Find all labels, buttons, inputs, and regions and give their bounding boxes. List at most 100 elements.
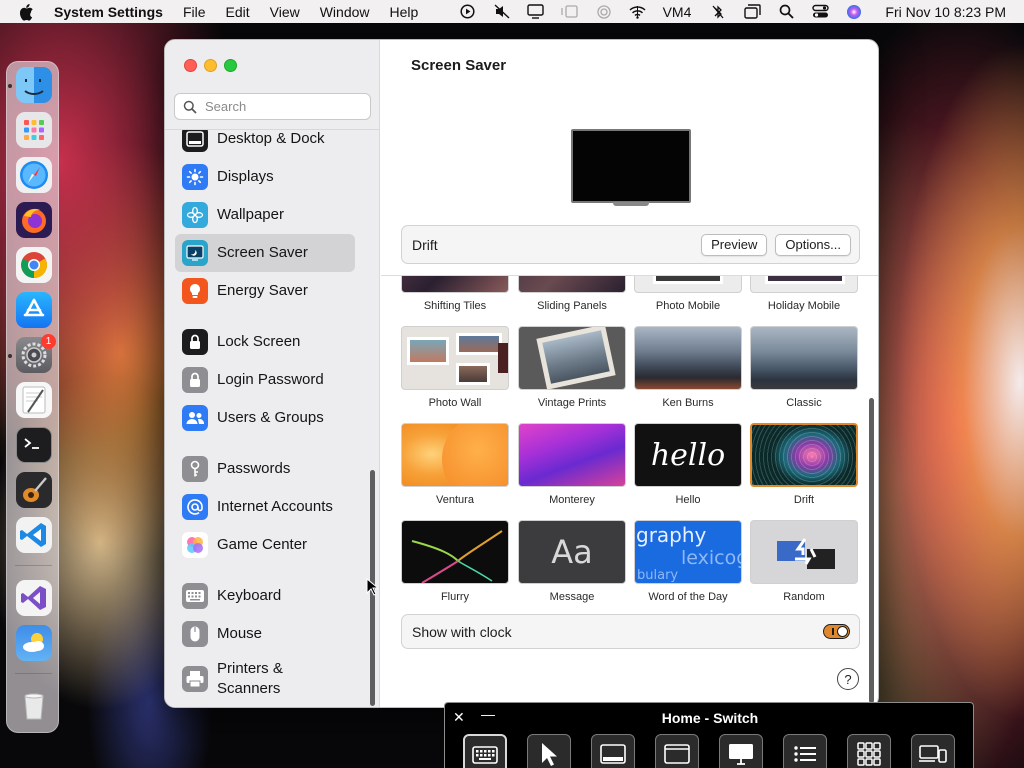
trash-icon[interactable] (16, 687, 52, 723)
spotlight-search-icon[interactable] (777, 4, 795, 20)
sidebar-item-mouse[interactable]: Mouse (175, 615, 355, 653)
window-close-button[interactable] (184, 59, 197, 72)
sidebar-item-users-groups[interactable]: Users & Groups (175, 399, 355, 437)
garageband-icon[interactable] (16, 472, 52, 508)
window-icon[interactable] (743, 4, 761, 20)
sidebar-item-label: Passwords (217, 460, 291, 477)
weather-icon[interactable] (16, 625, 52, 661)
sidebar-item-label: Screen Saver (217, 244, 308, 261)
control-center-icon[interactable] (811, 4, 829, 20)
sidebar-item-lock-screen[interactable]: Lock Screen (175, 323, 355, 361)
keyboard-button[interactable] (463, 734, 507, 768)
help-button[interactable]: ? (837, 668, 859, 690)
sidebar-item-game-center[interactable]: Game Center (175, 526, 355, 564)
search-icon (183, 100, 197, 114)
app-store-icon[interactable] (16, 292, 52, 328)
mute-icon[interactable] (493, 4, 511, 20)
finder-icon[interactable] (16, 67, 52, 103)
internet-accounts-icon (182, 494, 208, 520)
preview-button[interactable]: Preview (701, 233, 768, 256)
edit-menu[interactable]: Edit (226, 4, 250, 20)
window-button[interactable] (655, 734, 699, 768)
options-button[interactable]: Options... (775, 233, 851, 256)
saver-tile-vintage-prints[interactable]: Vintage Prints (518, 326, 626, 409)
word-thumb-line3: bulary (637, 568, 679, 583)
terminal-icon[interactable] (16, 427, 52, 463)
sidebar-item-screen-saver[interactable]: Screen Saver (175, 234, 355, 272)
grid-button[interactable] (847, 734, 891, 768)
play-icon[interactable] (459, 4, 477, 20)
help-menu[interactable]: Help (390, 4, 419, 20)
vm-label[interactable]: VM4 (663, 4, 692, 20)
printers-scanners-icon (182, 666, 208, 692)
display-button[interactable] (719, 734, 763, 768)
game-center-icon (182, 532, 208, 558)
devices-icon (919, 745, 947, 763)
saver-tile-drift[interactable]: Drift (750, 423, 858, 506)
screen-mirroring-icon[interactable] (527, 4, 545, 20)
apple-menu-icon[interactable] (18, 3, 36, 21)
app-name-menu[interactable]: System Settings (54, 4, 163, 20)
vscode-icon[interactable] (16, 517, 52, 553)
stage-manager-icon[interactable] (561, 4, 579, 20)
saver-tile-classic[interactable]: Classic (750, 326, 858, 409)
saver-tile-hello[interactable]: hello Hello (634, 423, 742, 506)
sidebar-list: Desktop & Dock Displays Wallpaper Screen… (165, 129, 380, 707)
saver-tile-ken-burns[interactable]: Ken Burns (634, 326, 742, 409)
sidebar-search[interactable] (174, 93, 371, 120)
saver-tile-shifting-tiles[interactable]: Shifting Tiles (401, 276, 509, 312)
search-input[interactable] (205, 99, 365, 114)
launchpad-icon[interactable] (16, 112, 52, 148)
saver-tile-holiday-mobile[interactable]: Holiday Mobile (750, 276, 858, 312)
saver-tile-photo-wall[interactable]: Photo Wall (401, 326, 509, 409)
sidebar-item-displays[interactable]: Displays (175, 158, 355, 196)
firefox-icon[interactable] (16, 202, 52, 238)
saver-tile-random[interactable]: Random (750, 520, 858, 603)
sidebar-item-energy-saver[interactable]: Energy Saver (175, 272, 355, 310)
list-button[interactable] (783, 734, 827, 768)
sidebar-item-desktop-dock[interactable]: Desktop & Dock (175, 130, 355, 158)
saver-caption: Shifting Tiles (423, 300, 487, 312)
word-thumb-line1: graphy (636, 523, 707, 547)
window-zoom-button[interactable] (224, 59, 237, 72)
file-menu[interactable]: File (183, 4, 206, 20)
textedit-icon[interactable] (16, 382, 52, 418)
system-settings-icon[interactable]: 1 (16, 334, 56, 373)
sidebar-item-passwords[interactable]: Passwords (175, 450, 355, 488)
wifi-icon[interactable] (629, 4, 647, 20)
show-with-clock-row: Show with clock (401, 614, 860, 649)
chrome-icon[interactable] (16, 247, 52, 283)
saver-thumbnail (750, 326, 858, 390)
airdrop-icon[interactable] (595, 4, 613, 20)
menubar-clock[interactable]: Fri Nov 10 8:23 PM (885, 4, 1006, 20)
pointer-button[interactable] (527, 734, 571, 768)
saver-tile-message[interactable]: Aa Message (518, 520, 626, 603)
sidebar-item-keyboard[interactable]: Keyboard (175, 577, 355, 615)
bluetooth-off-icon[interactable] (709, 4, 727, 20)
main-scrollbar[interactable] (869, 398, 874, 703)
safari-icon[interactable] (16, 157, 52, 193)
sidebar-item-internet-accounts[interactable]: Internet Accounts (175, 488, 355, 526)
sidebar-item-label: Lock Screen (217, 333, 301, 350)
view-menu[interactable]: View (270, 4, 300, 20)
saver-caption: Drift (793, 494, 815, 506)
devices-button[interactable] (911, 734, 955, 768)
show-with-clock-toggle[interactable] (823, 624, 850, 639)
saver-tile-flurry[interactable]: Flurry (401, 520, 509, 603)
mouse-icon (182, 621, 208, 647)
window-bottom-button[interactable] (591, 734, 635, 768)
saver-tile-sliding-panels[interactable]: Sliding Panels (518, 276, 626, 312)
sidebar-item-wallpaper[interactable]: Wallpaper (175, 196, 355, 234)
saver-tile-photo-mobile[interactable]: Photo Mobile (634, 276, 742, 312)
siri-icon[interactable] (845, 4, 863, 20)
saver-tile-word-of-the-day[interactable]: graphy lexicog bulary Word of the Day (634, 520, 742, 603)
word-thumb-line2: lexicog (681, 547, 742, 569)
visual-studio-icon[interactable] (16, 580, 52, 616)
window-menu[interactable]: Window (320, 4, 370, 20)
sidebar-item-label: Displays (217, 168, 274, 185)
saver-tile-monterey[interactable]: Monterey (518, 423, 626, 506)
saver-tile-ventura[interactable]: Ventura (401, 423, 509, 506)
sidebar-item-login-password[interactable]: Login Password (175, 361, 355, 399)
window-minimize-button[interactable] (204, 59, 217, 72)
sidebar-item-printers-scanners[interactable]: Printers & Scanners (175, 657, 355, 701)
